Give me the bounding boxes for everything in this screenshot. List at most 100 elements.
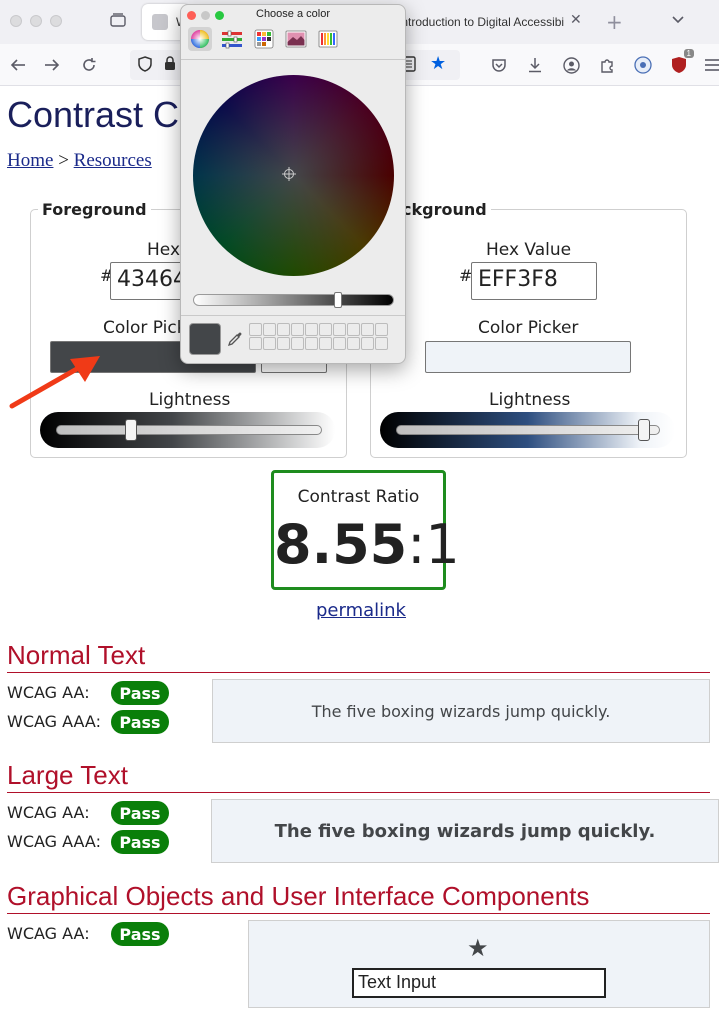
eyedropper-icon[interactable] [227, 331, 243, 351]
favicon-icon [152, 14, 168, 30]
saved-color-slot[interactable] [277, 337, 290, 350]
shield-icon[interactable] [138, 56, 152, 76]
annotation-arrow [9, 356, 100, 409]
breadcrumb-resources-link[interactable]: Resources [74, 150, 152, 171]
large-wcag-aaa-label: WCAG AAA: [7, 832, 101, 851]
page-title: Contrast Ch [7, 94, 200, 135]
background-legend: ckground [398, 200, 491, 219]
saved-color-slot[interactable] [347, 323, 360, 336]
breadcrumb-separator: > [53, 150, 74, 171]
lock-icon[interactable] [164, 56, 176, 75]
saved-color-slot[interactable] [319, 323, 332, 336]
window-close-button[interactable] [10, 15, 22, 27]
normal-text-heading: Normal Text [7, 640, 146, 670]
ublock-icon[interactable]: 1 [668, 49, 694, 76]
saved-color-slot[interactable] [333, 323, 346, 336]
new-tab-button[interactable]: + [606, 10, 623, 34]
color-wheel-crosshair-icon[interactable] [282, 167, 296, 181]
foreground-color-picker-label: Color Pick [103, 318, 187, 338]
pencils-icon[interactable] [316, 27, 340, 51]
breadcrumb-home-link[interactable]: Home [7, 150, 53, 171]
forward-icon[interactable] [40, 53, 64, 77]
graphical-objects-rule [7, 913, 710, 914]
large-text-sample: The five boxing wizards jump quickly. [211, 799, 719, 863]
star-icon: ★ [467, 934, 489, 962]
pocket-icon[interactable] [488, 54, 510, 76]
foreground-lightness-slider[interactable] [124, 419, 137, 441]
window-minimize-button[interactable] [30, 15, 42, 27]
foreground-hex-label: Hex [147, 240, 181, 260]
foreground-lightness-label: Lightness [149, 390, 231, 410]
palettes-icon[interactable] [252, 27, 276, 51]
saved-color-slot[interactable] [305, 337, 318, 350]
menu-icon[interactable] [701, 54, 719, 76]
accessibility-extension-icon[interactable] [632, 54, 654, 76]
large-wcag-aa-label: WCAG AA: [7, 803, 90, 822]
saved-color-slot[interactable] [333, 337, 346, 350]
breadcrumb: Home > Resources [7, 150, 152, 172]
graphical-wcag-aa-badge: Pass [111, 922, 169, 946]
tab-overview-icon[interactable] [108, 10, 128, 30]
background-lightness-slider[interactable] [637, 419, 650, 441]
contrast-ratio-suffix: :1 [407, 513, 460, 576]
picker-separator [181, 59, 405, 60]
saved-color-slot[interactable] [277, 323, 290, 336]
extensions-icon[interactable] [596, 54, 618, 76]
background-color-swatch[interactable] [425, 341, 631, 373]
current-color-swatch[interactable] [189, 323, 221, 355]
tab-other-title: Introduction to Digital Accessibi [398, 15, 565, 29]
saved-color-slot[interactable] [249, 323, 262, 336]
graphical-objects-heading: Graphical Objects and User Interface Com… [7, 881, 590, 911]
reload-icon[interactable] [77, 53, 101, 77]
graphical-wcag-aa-label: WCAG AA: [7, 924, 90, 943]
normal-wcag-aaa-badge: Pass [111, 710, 169, 734]
large-text-rule [7, 792, 710, 793]
bookmark-star-icon[interactable]: ★ [430, 53, 446, 74]
permalink-link[interactable]: permalink [316, 600, 406, 621]
background-color-picker-label: Color Picker [478, 318, 579, 338]
download-icon[interactable] [524, 54, 546, 76]
picker-separator-bottom [181, 315, 405, 316]
color-picker-title: Choose a color [256, 8, 330, 20]
contrast-ratio-label: Contrast Ratio [297, 487, 420, 507]
saved-color-slot[interactable] [263, 337, 276, 350]
normal-wcag-aa-badge: Pass [111, 681, 169, 705]
saved-color-slot[interactable] [319, 337, 332, 350]
foreground-lightness-rail [56, 425, 322, 435]
color-picker-titlebar[interactable]: Choose a color [181, 5, 405, 25]
extension-badge: 1 [683, 49, 694, 58]
account-icon[interactable] [560, 54, 582, 76]
saved-color-slot[interactable] [361, 323, 374, 336]
tab-other[interactable]: Introduction to Digital Accessibi [398, 4, 566, 40]
normal-text-rule [7, 672, 710, 673]
sample-text-input[interactable]: Text Input [352, 968, 606, 998]
normal-wcag-aa-label: WCAG AA: [7, 683, 90, 702]
saved-color-slot[interactable] [291, 323, 304, 336]
large-wcag-aa-badge: Pass [111, 801, 169, 825]
saved-color-slot[interactable] [291, 337, 304, 350]
background-hex-input[interactable]: EFF3F8 [471, 262, 597, 300]
brightness-slider-track[interactable] [193, 294, 394, 306]
back-icon[interactable] [6, 53, 30, 77]
tab-close-icon[interactable]: ✕ [570, 12, 582, 28]
tab-list-icon[interactable] [671, 12, 685, 28]
saved-color-slot[interactable] [375, 323, 388, 336]
color-wheel-icon[interactable] [188, 27, 212, 51]
background-lightness-label: Lightness [489, 390, 571, 410]
window-zoom-button[interactable] [50, 15, 62, 27]
saved-color-slot[interactable] [249, 337, 262, 350]
large-text-heading: Large Text [7, 760, 128, 790]
saved-color-slot[interactable] [347, 337, 360, 350]
background-lightness-rail [396, 425, 660, 435]
contrast-ratio-number: 8.55 [274, 513, 408, 576]
foreground-legend: Foreground [38, 200, 151, 219]
saved-color-slot[interactable] [375, 337, 388, 350]
saved-color-slot[interactable] [361, 337, 374, 350]
contrast-ratio-box: Contrast Ratio 8.55:1 [271, 470, 460, 590]
saved-color-slot[interactable] [263, 323, 276, 336]
image-palettes-icon[interactable] [284, 27, 308, 51]
color-picker-dialog: Choose a color [180, 4, 406, 364]
saved-color-slot[interactable] [305, 323, 318, 336]
sliders-icon[interactable] [220, 27, 244, 51]
brightness-slider-thumb[interactable] [333, 292, 342, 308]
